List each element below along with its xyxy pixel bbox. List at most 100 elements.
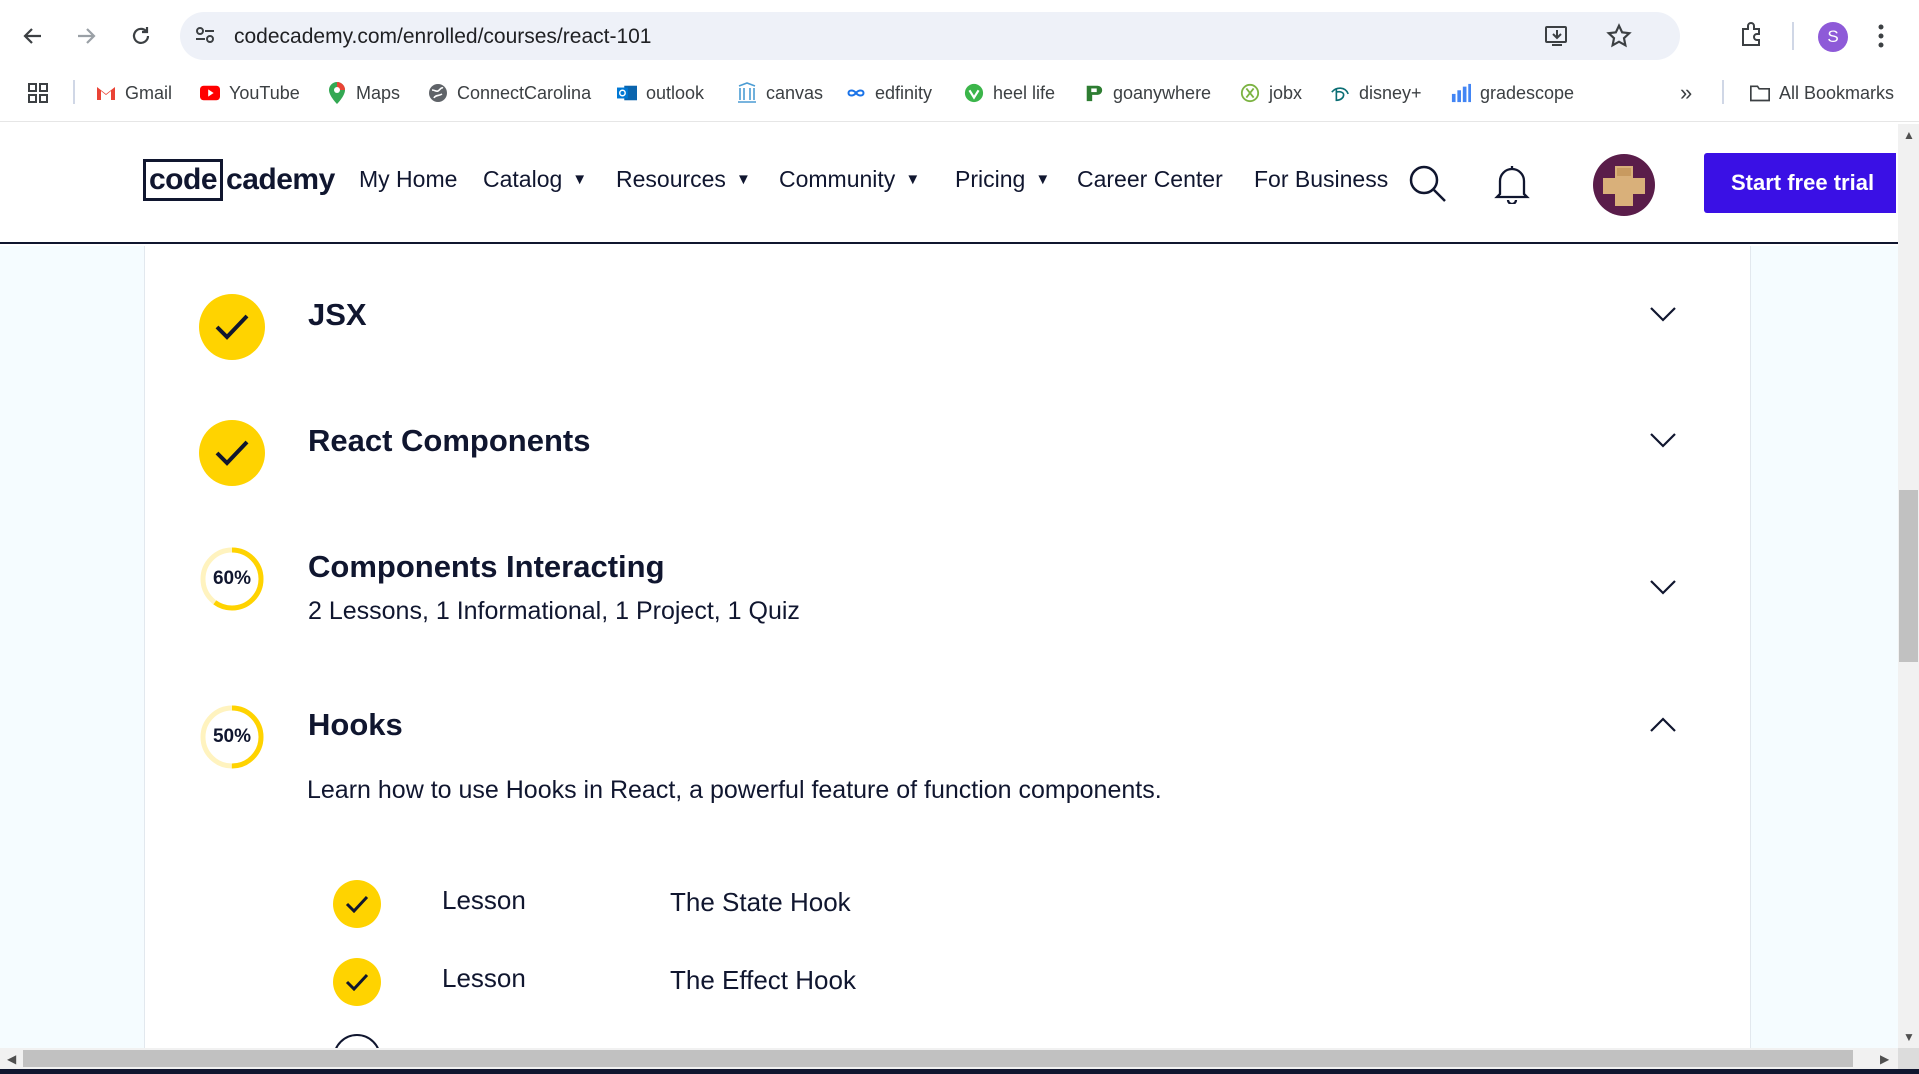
toolbar-divider xyxy=(1792,22,1794,50)
site-info-icon[interactable] xyxy=(194,24,216,51)
bar-chart-icon xyxy=(1451,83,1471,103)
module-progress-ring: 60% xyxy=(199,546,265,612)
bookmarks-bar: Gmail YouTube Maps ConnectCarolina outlo… xyxy=(0,72,1919,112)
bookmarks-divider xyxy=(1722,80,1724,104)
bookmark-edfinity[interactable]: edfinity xyxy=(846,78,932,108)
shield-check-icon xyxy=(964,83,984,103)
bookmark-jobx[interactable]: jobx xyxy=(1240,78,1302,108)
folder-icon xyxy=(1750,83,1770,103)
browser-toolbar: codecademy.com/enrolled/courses/react-10… xyxy=(0,0,1919,70)
progress-percent: 60% xyxy=(212,568,252,589)
nav-my-home[interactable]: My Home xyxy=(359,166,457,193)
avatar-image xyxy=(1603,166,1645,206)
module-title[interactable]: React Components xyxy=(308,423,590,459)
chevron-down-icon[interactable] xyxy=(1649,306,1677,327)
jobx-icon xyxy=(1240,83,1260,103)
horizontal-scroll-thumb[interactable] xyxy=(23,1050,1853,1067)
nav-catalog[interactable]: Catalog ▼ xyxy=(483,166,587,193)
bookmark-connectcarolina[interactable]: ConnectCarolina xyxy=(428,78,591,108)
extensions-icon[interactable] xyxy=(1738,20,1766,53)
module-progress-ring: 50% xyxy=(199,704,265,770)
codecademy-logo[interactable]: code cademy xyxy=(143,159,335,201)
apps-icon[interactable] xyxy=(26,78,50,108)
bell-icon[interactable] xyxy=(1494,164,1530,209)
caret-down-icon: ▼ xyxy=(735,171,751,188)
bookmark-gradescope[interactable]: gradescope xyxy=(1451,78,1574,108)
gmail-icon xyxy=(96,83,116,103)
profile-avatar[interactable]: S xyxy=(1818,22,1848,52)
scroll-up-arrow-icon[interactable]: ▲ xyxy=(1903,128,1915,142)
bookmark-youtube[interactable]: YouTube xyxy=(200,78,300,108)
scroll-down-arrow-icon[interactable]: ▼ xyxy=(1903,1030,1915,1044)
url-text: codecademy.com/enrolled/courses/react-10… xyxy=(234,25,652,48)
search-icon[interactable] xyxy=(1408,164,1448,209)
bookmark-outlook[interactable]: outlook xyxy=(617,78,704,108)
disney-icon xyxy=(1330,83,1350,103)
lesson-link[interactable]: The Effect Hook xyxy=(670,965,856,996)
bookmarks-overflow-button[interactable]: » xyxy=(1680,78,1692,108)
nav-community[interactable]: Community ▼ xyxy=(779,166,920,193)
nav-career-center[interactable]: Career Center xyxy=(1077,166,1223,193)
scroll-right-arrow-icon[interactable]: ▶ xyxy=(1880,1052,1889,1066)
module-complete-badge xyxy=(199,420,265,486)
bookmark-star-icon[interactable] xyxy=(1606,23,1632,54)
module-title[interactable]: Components Interacting xyxy=(308,549,665,585)
bookmark-maps[interactable]: Maps xyxy=(327,78,400,108)
caret-down-icon: ▼ xyxy=(572,171,588,188)
bookmark-heel-life[interactable]: heel life xyxy=(964,78,1055,108)
arrow-right-icon xyxy=(78,28,96,44)
lesson-type: Lesson xyxy=(442,885,526,915)
lesson-type: Lesson xyxy=(442,963,526,993)
arrow-left-icon xyxy=(23,28,41,44)
progress-percent: 50% xyxy=(212,726,252,747)
scrollbar-corner xyxy=(1898,1048,1919,1069)
module-title[interactable]: JSX xyxy=(308,297,367,333)
chevron-up-icon[interactable] xyxy=(1649,717,1677,738)
nav-for-business[interactable]: For Business xyxy=(1254,166,1388,193)
syllabus-card xyxy=(144,246,1751,1048)
all-bookmarks-button[interactable]: All Bookmarks xyxy=(1750,78,1894,108)
user-avatar[interactable] xyxy=(1593,154,1655,216)
chevron-down-icon[interactable] xyxy=(1649,579,1677,600)
site-header: code cademy My Home Catalog ▼ Resources ▼ C… xyxy=(0,124,1898,244)
more-menu-icon[interactable] xyxy=(1876,22,1886,55)
forward-button[interactable] xyxy=(68,18,104,54)
reload-icon xyxy=(132,27,150,44)
lesson-link[interactable]: The State Hook xyxy=(670,887,851,918)
reload-button[interactable] xyxy=(123,18,159,54)
browser-chrome: codecademy.com/enrolled/courses/react-10… xyxy=(0,0,1919,122)
caret-down-icon: ▼ xyxy=(905,171,921,188)
columns-icon xyxy=(737,82,757,103)
module-description: Learn how to use Hooks in React, a power… xyxy=(307,776,1162,804)
check-icon xyxy=(215,440,249,466)
bookmarks-divider xyxy=(73,80,75,104)
module-title[interactable]: Hooks xyxy=(308,707,403,743)
nav-resources[interactable]: Resources ▼ xyxy=(616,166,751,193)
outlook-icon xyxy=(617,83,637,103)
nav-pricing[interactable]: Pricing ▼ xyxy=(955,166,1050,193)
maps-pin-icon xyxy=(327,82,347,104)
goanywhere-icon xyxy=(1084,83,1104,103)
check-icon xyxy=(345,973,369,991)
scroll-left-arrow-icon[interactable]: ◀ xyxy=(7,1052,16,1066)
lesson-complete-badge xyxy=(333,880,381,928)
globe-icon xyxy=(428,83,448,103)
bookmark-disney[interactable]: disney+ xyxy=(1330,78,1422,108)
address-bar[interactable]: codecademy.com/enrolled/courses/react-10… xyxy=(180,12,1680,60)
taskbar-edge xyxy=(0,1069,1919,1074)
chevron-down-icon[interactable] xyxy=(1649,432,1677,453)
youtube-icon xyxy=(200,83,220,103)
check-icon xyxy=(345,895,369,913)
bookmark-goanywhere[interactable]: goanywhere xyxy=(1084,78,1211,108)
install-app-icon[interactable] xyxy=(1544,23,1570,54)
lesson-complete-badge xyxy=(333,958,381,1006)
bookmark-gmail[interactable]: Gmail xyxy=(96,78,172,108)
bookmark-canvas[interactable]: canvas xyxy=(737,78,823,108)
module-summary: 2 Lessons, 1 Informational, 1 Project, 1… xyxy=(308,597,800,625)
back-button[interactable] xyxy=(15,18,51,54)
check-icon xyxy=(215,314,249,340)
vertical-scroll-thumb[interactable] xyxy=(1899,490,1918,662)
module-complete-badge xyxy=(199,294,265,360)
infinity-icon xyxy=(846,83,866,103)
start-free-trial-button[interactable]: Start free trial xyxy=(1704,153,1896,213)
